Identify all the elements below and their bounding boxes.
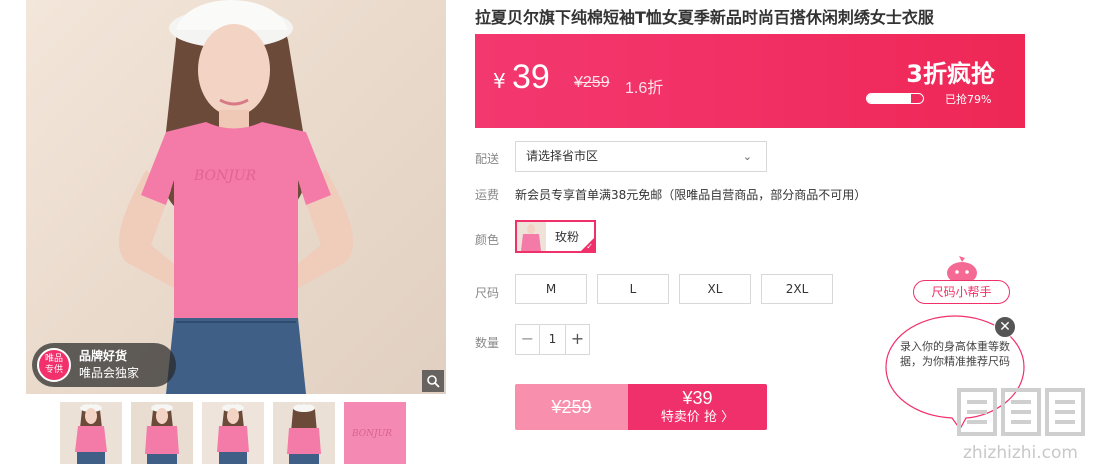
quantity-label: 数量 [475, 336, 500, 350]
model-photo: BONJUR [118, 0, 354, 394]
quantity-input[interactable]: 1 [539, 325, 566, 354]
discount-rate: 1.6折 [625, 80, 664, 97]
thumb5-print-text: BONJUR [351, 429, 392, 439]
watermark-logo [957, 388, 1085, 436]
size-option-m[interactable]: M [515, 274, 587, 304]
watermark-url: zhizhizhi.com [963, 443, 1078, 463]
brand-badge: 唯品 专供 品牌好货 唯品会独家 [32, 343, 176, 387]
color-label: 颜色 [475, 233, 500, 247]
main-product-image[interactable]: BONJUR 唯品 专供 品牌好货 唯品会独家 [26, 0, 446, 394]
size-option-l[interactable]: L [597, 274, 669, 304]
current-price: 39 [512, 58, 550, 96]
price-banner: ¥ 39 ¥259 1.6折 3折疯抢 已抢79% [475, 34, 1025, 128]
sold-progress-bar [866, 93, 924, 104]
delivery-placeholder: 请选择省市区 [526, 149, 599, 163]
size-option-xl[interactable]: XL [679, 274, 751, 304]
buy-label: 特卖价 抢 〉 [660, 410, 735, 425]
product-title: 拉夏贝尔旗下纯棉短袖T恤女夏季新品时尚百搭休闲刺绣女士衣服 [475, 8, 934, 27]
thumbnail-3[interactable] [202, 402, 264, 464]
thumbnail-1[interactable] [60, 402, 122, 464]
buy-price: ¥39 [682, 388, 713, 408]
shipping-info: 新会员专享首单满38元免邮（限唯品自营商品，部分商品不可用） [515, 188, 867, 202]
quantity-plus-button[interactable]: + [566, 325, 589, 354]
delivery-label: 配送 [475, 152, 500, 166]
badge-logo-line2: 专供 [44, 365, 63, 375]
thumbnail-5[interactable]: BONJUR [344, 402, 406, 464]
zoom-icon[interactable] [422, 370, 444, 392]
buy-now-button[interactable]: ¥39 特卖价 抢 〉 [628, 384, 767, 430]
original-price: ¥259 [574, 74, 610, 91]
check-icon: ✓ [586, 242, 593, 251]
badge-line2: 唯品会独家 [79, 366, 140, 380]
size-label: 尺码 [475, 286, 500, 300]
sold-progress-fill [867, 94, 912, 103]
quantity-stepper: − 1 + [515, 324, 590, 355]
size-option-2xl[interactable]: 2XL [761, 274, 833, 304]
color-swatch-image [517, 222, 546, 251]
currency-symbol: ¥ [493, 69, 506, 93]
size-helper-title[interactable]: 尺码小帮手 [913, 280, 1010, 304]
buy-original-price[interactable]: ¥259 [515, 384, 628, 430]
badge-line1: 品牌好货 [79, 349, 128, 363]
promo-label: 3折疯抢 [906, 60, 995, 88]
color-option-rose-pink[interactable]: 玫粉 ✓ [515, 220, 596, 253]
thumbnail-strip: BONJUR [60, 402, 406, 464]
shipping-label: 运费 [475, 188, 500, 202]
thumbnail-4[interactable] [273, 402, 335, 464]
shirt-print-text: BONJUR [193, 168, 257, 184]
sold-progress-text: 已抢79% [945, 93, 992, 106]
size-helper-text: 录入你的身高体重等数据，为你精准推荐尺码 [900, 340, 1010, 368]
color-option-label: 玫粉 [555, 230, 580, 244]
delivery-region-select[interactable]: 请选择省市区 ⌄ [515, 141, 767, 172]
close-icon[interactable]: ✕ [994, 316, 1016, 338]
chevron-down-icon: ⌄ [742, 150, 752, 163]
thumbnail-2[interactable] [131, 402, 193, 464]
vip-logo-icon: 唯品 专供 [37, 348, 71, 382]
quantity-minus-button[interactable]: − [516, 325, 539, 354]
badge-logo-line1: 唯品 [44, 354, 63, 364]
